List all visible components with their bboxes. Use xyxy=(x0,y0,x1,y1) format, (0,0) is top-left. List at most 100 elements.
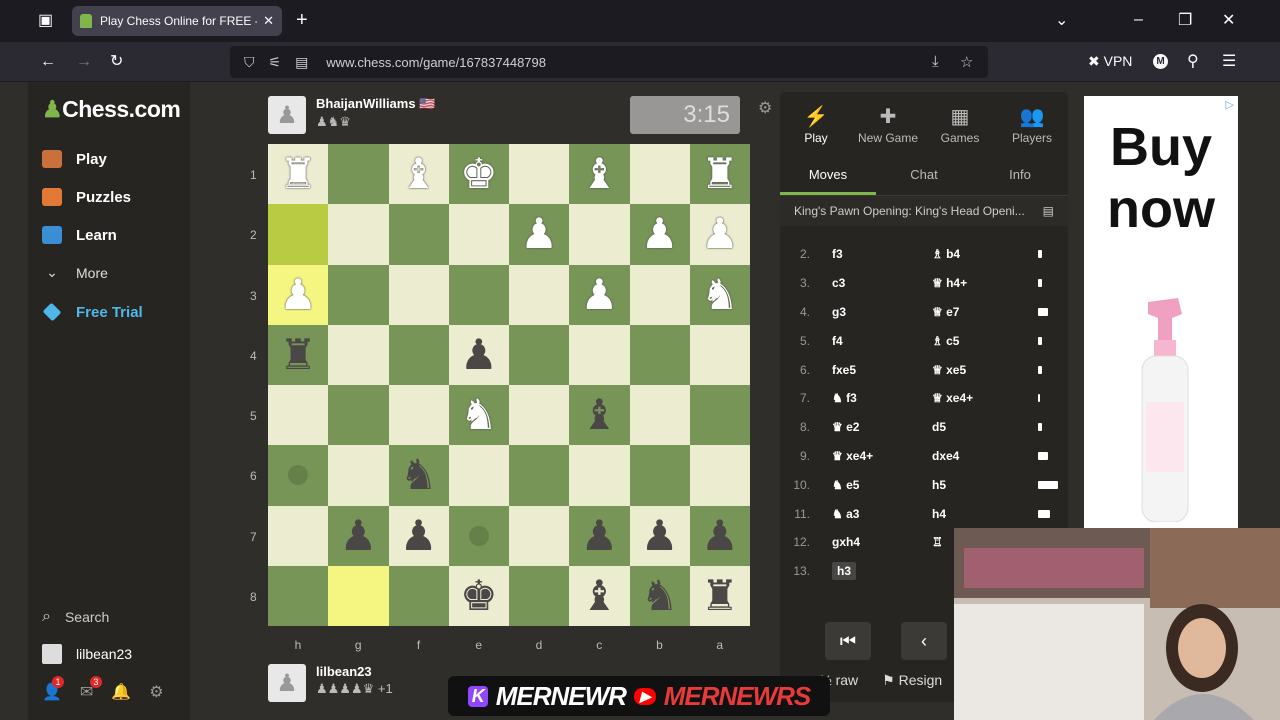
chess-piece[interactable]: ♟ xyxy=(340,514,378,557)
square-f2[interactable] xyxy=(388,204,449,265)
chess-piece[interactable]: ♜ xyxy=(701,153,739,195)
tab-overflow-icon[interactable]: ⌄ xyxy=(1055,13,1068,29)
white-move[interactable]: ♛ e2 xyxy=(820,420,932,434)
black-move[interactable]: ♗ b4 xyxy=(932,247,1032,261)
permissions-icon[interactable]: ⚟ xyxy=(269,54,282,71)
square-g4[interactable] xyxy=(328,324,389,385)
white-move[interactable]: ♞ f3 xyxy=(820,391,932,405)
player-name[interactable]: lilbean23 xyxy=(316,664,393,679)
square-d3[interactable] xyxy=(509,264,570,325)
menu-icon[interactable]: ☰ xyxy=(1222,54,1236,70)
square-a7[interactable]: ♟ xyxy=(689,505,750,566)
square-d2[interactable]: ♟ xyxy=(509,204,570,265)
square-d8[interactable] xyxy=(509,565,570,626)
tab-new-game[interactable]: ✚ New Game xyxy=(852,92,924,154)
chess-piece[interactable]: ♜ xyxy=(701,574,739,617)
page-info-icon[interactable]: ▤ xyxy=(295,54,308,71)
adchoices-icon[interactable]: ▷ xyxy=(1226,98,1234,111)
chess-piece[interactable]: ♝ xyxy=(400,153,438,195)
square-a1[interactable]: ♜ xyxy=(689,144,750,205)
tab-players[interactable]: 👥 Players xyxy=(996,92,1068,154)
chess-piece[interactable]: ♝ xyxy=(581,574,619,617)
square-d5[interactable] xyxy=(509,385,570,446)
chess-piece[interactable]: ♟ xyxy=(581,273,619,316)
chess-piece[interactable]: ♟ xyxy=(400,514,438,557)
square-a4[interactable] xyxy=(689,324,750,385)
chess-piece[interactable]: ♟ xyxy=(581,514,619,557)
square-g8[interactable] xyxy=(328,565,389,626)
back-icon[interactable]: ← xyxy=(40,54,56,70)
square-e4[interactable]: ♟ xyxy=(448,324,509,385)
user-item[interactable]: lilbean23 xyxy=(42,644,132,664)
square-f5[interactable] xyxy=(388,385,449,446)
square-a8[interactable]: ♜ xyxy=(689,565,750,626)
white-move[interactable]: h3 xyxy=(820,562,932,581)
chess-piece[interactable]: ♚ xyxy=(460,153,498,195)
legal-move-dot[interactable] xyxy=(288,465,309,486)
square-g1[interactable] xyxy=(328,144,389,205)
square-e6[interactable] xyxy=(448,445,509,506)
white-move[interactable]: ♛ xe4+ xyxy=(820,449,932,463)
chess-logo[interactable]: ♟Chess.com xyxy=(42,96,181,123)
chess-piece[interactable]: ♝ xyxy=(581,153,619,195)
square-g6[interactable] xyxy=(328,445,389,506)
square-h5[interactable] xyxy=(268,385,329,446)
chess-piece[interactable]: ♞ xyxy=(400,454,438,496)
minimize-icon[interactable]: – xyxy=(1134,12,1143,28)
chess-piece[interactable]: ♟ xyxy=(279,273,317,316)
square-b3[interactable] xyxy=(629,264,690,325)
tab-info[interactable]: Info xyxy=(972,154,1068,195)
nav-puzzles[interactable]: Puzzles xyxy=(42,188,131,206)
square-f6[interactable]: ♞ xyxy=(388,445,449,506)
square-g7[interactable]: ♟ xyxy=(328,505,389,566)
shield-icon[interactable]: ⛉ xyxy=(244,54,255,71)
square-e5[interactable]: ♞ xyxy=(448,385,509,446)
settings-gear-icon[interactable]: ⚙ xyxy=(149,682,163,702)
square-h2[interactable] xyxy=(268,204,329,265)
profile-avatar[interactable]: M xyxy=(1153,54,1168,69)
chess-piece[interactable]: ♞ xyxy=(641,574,679,617)
square-a5[interactable] xyxy=(689,385,750,446)
bookmark-star-icon[interactable]: ☆ xyxy=(960,53,973,71)
tab-games[interactable]: ▦ Games xyxy=(924,92,996,154)
square-c1[interactable]: ♝ xyxy=(569,144,630,205)
square-g2[interactable] xyxy=(328,204,389,265)
ad-banner[interactable]: ▷ Buy now xyxy=(1084,96,1238,528)
chess-piece[interactable]: ♞ xyxy=(701,273,739,316)
browser-tab[interactable]: Play Chess Online for FREE - 2 P ✕ xyxy=(72,6,282,36)
reload-icon[interactable]: ↻ xyxy=(110,54,123,70)
chess-piece[interactable]: ♝ xyxy=(581,394,619,436)
download-page-icon[interactable]: ⤓ xyxy=(932,53,939,70)
square-f8[interactable] xyxy=(388,565,449,626)
first-move-button[interactable]: ⏮ xyxy=(825,622,871,660)
chess-piece[interactable]: ♟ xyxy=(641,514,679,557)
chess-piece[interactable]: ♞ xyxy=(460,394,498,436)
chess-piece[interactable]: ♟ xyxy=(460,333,498,376)
square-b1[interactable] xyxy=(629,144,690,205)
square-f4[interactable] xyxy=(388,324,449,385)
square-f7[interactable]: ♟ xyxy=(388,505,449,566)
square-a3[interactable]: ♞ xyxy=(689,264,750,325)
tab-moves[interactable]: Moves xyxy=(780,154,876,195)
square-e2[interactable] xyxy=(448,204,509,265)
chess-piece[interactable]: ♜ xyxy=(279,153,317,195)
player-avatar[interactable]: ♟ xyxy=(268,664,306,702)
square-c2[interactable] xyxy=(569,204,630,265)
white-move[interactable]: fxe5 xyxy=(820,363,932,377)
chess-piece[interactable]: ♟ xyxy=(701,514,739,557)
tab-list-icon[interactable]: ▣ xyxy=(38,13,53,29)
square-a2[interactable]: ♟ xyxy=(689,204,750,265)
opponent-avatar[interactable]: ♟ xyxy=(268,96,306,134)
new-tab-icon[interactable]: + xyxy=(296,10,308,30)
square-h8[interactable] xyxy=(268,565,329,626)
square-b5[interactable] xyxy=(629,385,690,446)
resign-button[interactable]: ⚑ Resign xyxy=(882,672,942,689)
messages-icon[interactable]: ✉ 3 xyxy=(80,676,102,702)
square-c6[interactable] xyxy=(569,445,630,506)
square-b7[interactable]: ♟ xyxy=(629,505,690,566)
black-move[interactable]: ♗ c5 xyxy=(932,334,1032,348)
white-move[interactable]: ♞ a3 xyxy=(820,507,932,521)
square-b4[interactable] xyxy=(629,324,690,385)
restore-icon[interactable]: ❐ xyxy=(1178,13,1192,29)
black-move[interactable]: h5 xyxy=(932,478,1032,492)
